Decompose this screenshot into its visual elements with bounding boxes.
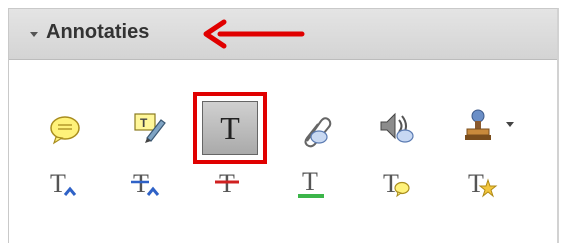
svg-text:T: T xyxy=(383,169,399,198)
red-arrow-icon xyxy=(203,19,305,49)
stamp-icon[interactable] xyxy=(463,107,503,147)
svg-text:T: T xyxy=(140,116,148,130)
replace-text-icon[interactable]: T xyxy=(127,165,167,205)
svg-text:T: T xyxy=(133,169,149,198)
insert-text-icon[interactable]: T xyxy=(44,165,84,205)
svg-text:T: T xyxy=(50,169,66,198)
svg-text:T: T xyxy=(468,169,484,198)
text-callout-star-icon[interactable]: T xyxy=(462,165,502,205)
add-text-box-icon[interactable]: T xyxy=(202,101,258,155)
underline-text-icon[interactable]: T xyxy=(293,165,333,205)
triangle-down-icon[interactable] xyxy=(30,32,38,37)
strikethrough-text-icon[interactable]: T xyxy=(210,165,250,205)
svg-text:T: T xyxy=(302,167,318,196)
record-audio-icon[interactable] xyxy=(377,108,417,148)
panel-title[interactable]: Annotaties xyxy=(46,21,149,44)
text-tool-glyph: T xyxy=(220,110,240,146)
attach-file-paperclip-icon[interactable] xyxy=(295,111,335,151)
text-edit-pencil-icon[interactable]: T xyxy=(131,108,171,148)
text-comment-icon[interactable]: T xyxy=(377,165,417,205)
sticky-note-icon[interactable] xyxy=(47,110,87,150)
stamp-dropdown-arrow-icon[interactable] xyxy=(504,118,516,130)
add-text-box-button[interactable]: T xyxy=(193,92,267,164)
